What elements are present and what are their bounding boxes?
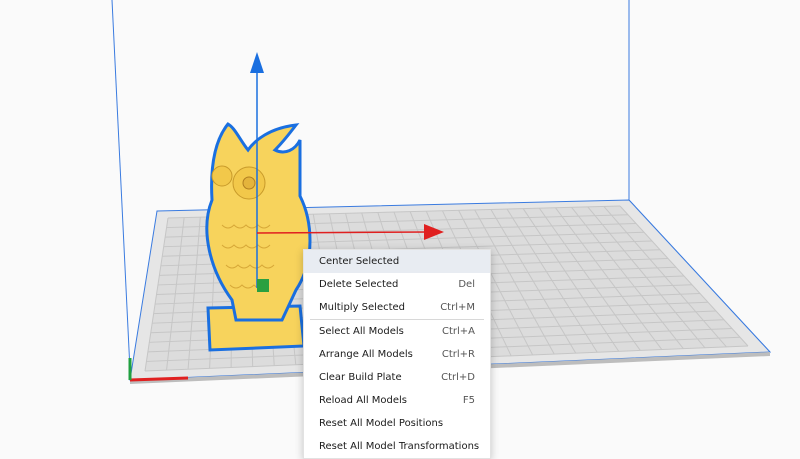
menu-item-multiply-selected[interactable]: Multiply Selected Ctrl+M [304, 296, 490, 319]
menu-item-label: Multiply Selected [319, 302, 406, 313]
context-menu: Center Selected Delete Selected Del Mult… [303, 249, 491, 459]
menu-item-label: Arrange All Models [319, 349, 413, 360]
menu-item-label: Delete Selected [319, 279, 399, 290]
menu-item-label: Reset All Model Positions [319, 418, 444, 429]
menu-item-delete-selected[interactable]: Delete Selected Del [304, 273, 490, 296]
menu-item-reset-all-model-transformations[interactable]: Reset All Model Transformations [304, 435, 490, 458]
menu-item-label: Clear Build Plate [319, 372, 402, 383]
menu-item-reset-all-model-positions[interactable]: Reset All Model Positions [304, 412, 490, 435]
menu-item-center-selected[interactable]: Center Selected [304, 250, 490, 273]
arrow-up-icon[interactable] [250, 52, 264, 73]
menu-item-shortcut: Ctrl+R [441, 349, 475, 360]
owl-model[interactable] [205, 122, 312, 352]
menu-item-label: Select All Models [319, 326, 404, 337]
menu-item-shortcut: F5 [462, 395, 475, 406]
gizmo-handle-icon[interactable] [257, 279, 269, 292]
menu-item-reload-all-models[interactable]: Reload All Models F5 [304, 389, 490, 412]
menu-item-select-all-models[interactable]: Select All Models Ctrl+A [304, 320, 490, 343]
menu-item-arrange-all-models[interactable]: Arrange All Models Ctrl+R [304, 343, 490, 366]
menu-item-shortcut: Ctrl+A [441, 326, 475, 337]
menu-item-clear-build-plate[interactable]: Clear Build Plate Ctrl+D [304, 366, 490, 389]
menu-item-shortcut: Del [458, 279, 475, 290]
menu-item-shortcut: Ctrl+M [440, 302, 475, 313]
menu-item-label: Reset All Model Transformations [319, 441, 480, 452]
menu-item-label: Center Selected [319, 256, 400, 267]
menu-item-label: Reload All Models [319, 395, 408, 406]
menu-item-shortcut: Ctrl+D [441, 372, 475, 383]
